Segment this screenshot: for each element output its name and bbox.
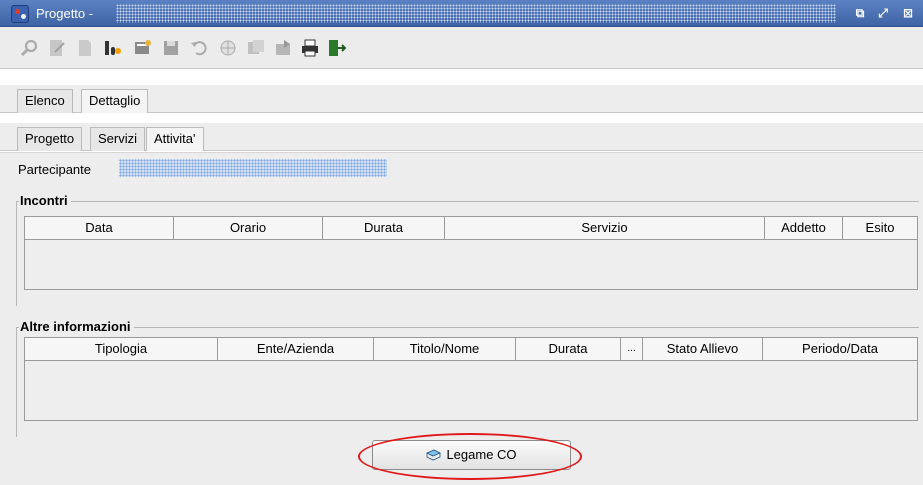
altre-info-table[interactable]: Tipologia Ente/Azienda Titolo/Nome Durat… — [24, 337, 918, 421]
tab-elenco[interactable]: Elenco — [17, 89, 73, 113]
search-icon[interactable] — [19, 38, 39, 58]
col-esito[interactable]: Esito — [843, 217, 917, 240]
altre-info-header: Tipologia Ente/Azienda Titolo/Nome Durat… — [25, 338, 917, 361]
exit-icon[interactable] — [326, 38, 346, 58]
sub-tabstrip: Progetto Servizi Attivita' — [0, 123, 923, 151]
globe-icon[interactable] — [218, 38, 238, 58]
tab-attivita[interactable]: Attivita' — [146, 127, 204, 151]
altre-info-title: Altre informazioni — [19, 319, 134, 334]
attivita-panel: Partecipante Incontri Data Orario Durata… — [0, 152, 923, 485]
col-data[interactable]: Data — [25, 217, 174, 240]
properties-icon[interactable] — [133, 38, 153, 58]
incontri-table[interactable]: Data Orario Durata Servizio Addetto Esit… — [24, 216, 918, 290]
edit-icon[interactable] — [47, 38, 67, 58]
binoculars-icon[interactable] — [103, 38, 123, 58]
new-document-icon[interactable] — [75, 38, 95, 58]
col-periodo-data[interactable]: Periodo/Data — [763, 338, 917, 361]
restore-window-button[interactable]: ⧉ — [851, 5, 869, 22]
export-icon[interactable] — [274, 38, 294, 58]
highlight-annotation — [358, 433, 582, 480]
col-tipologia[interactable]: Tipologia — [25, 338, 218, 361]
main-tabstrip: Elenco Dettaglio — [0, 85, 923, 113]
col-durata-altre[interactable]: Durata — [516, 338, 621, 361]
print-icon[interactable] — [300, 38, 320, 58]
participant-label: Partecipante — [18, 162, 91, 177]
window-title: Progetto - — [36, 6, 94, 21]
app-icon — [11, 5, 29, 23]
tab-progetto[interactable]: Progetto — [17, 127, 83, 151]
col-addetto[interactable]: Addetto — [765, 217, 843, 240]
tab-dettaglio[interactable]: Dettaglio — [81, 89, 149, 113]
col-ente-azienda[interactable]: Ente/Azienda — [218, 338, 374, 361]
col-durata[interactable]: Durata — [323, 217, 445, 240]
copy-icon[interactable] — [246, 38, 266, 58]
maximize-window-button[interactable]: ⤢ — [874, 5, 892, 22]
undo-icon[interactable] — [189, 38, 209, 58]
title-pattern — [116, 4, 836, 23]
col-servizio[interactable]: Servizio — [445, 217, 765, 240]
save-icon[interactable] — [161, 38, 181, 58]
toolbar — [0, 27, 923, 69]
col-titolo-nome[interactable]: Titolo/Nome — [374, 338, 516, 361]
tab-servizi[interactable]: Servizi — [90, 127, 146, 151]
col-orario[interactable]: Orario — [174, 217, 323, 240]
col-stato-allievo[interactable]: Stato Allievo — [643, 338, 763, 361]
incontri-title: Incontri — [19, 193, 71, 208]
close-window-button[interactable]: ⊠ — [899, 5, 917, 22]
window-titlebar: Progetto - ⧉ ⤢ ⊠ — [0, 0, 923, 27]
incontri-header: Data Orario Durata Servizio Addetto Esit… — [25, 217, 917, 240]
col-more[interactable]: ... — [621, 338, 643, 361]
participant-field[interactable] — [119, 159, 387, 177]
